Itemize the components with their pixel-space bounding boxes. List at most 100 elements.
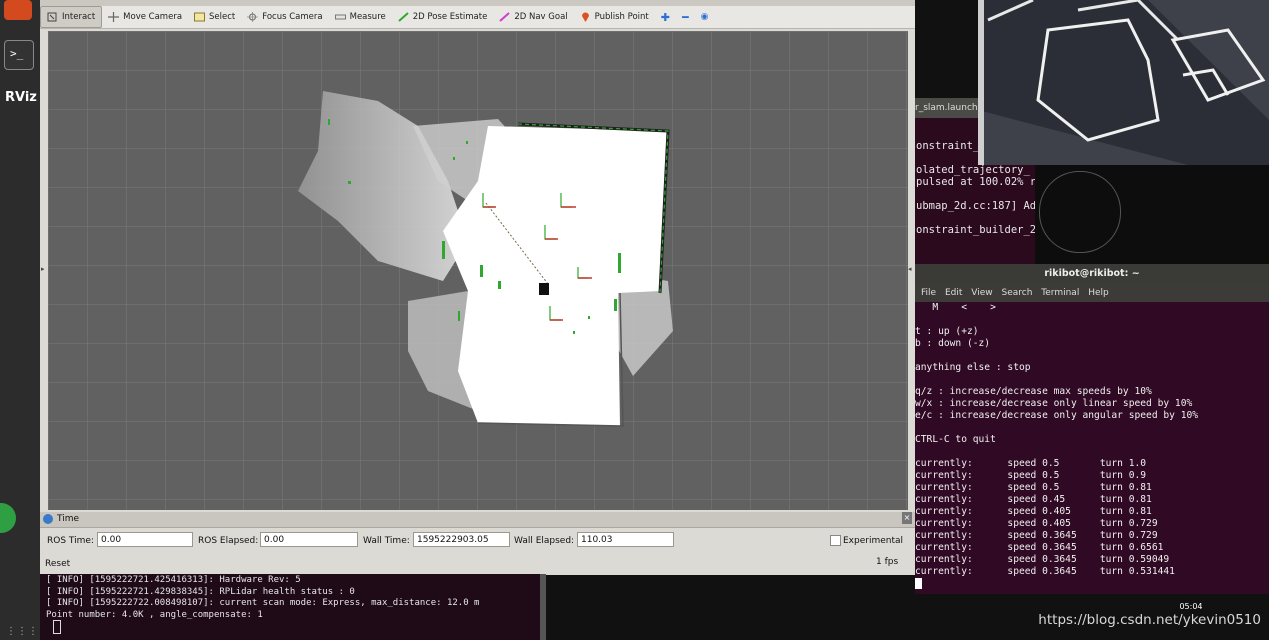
measure-icon bbox=[334, 12, 346, 22]
terminal-line: q/z : increase/decrease max speeds by 10… bbox=[915, 386, 1152, 397]
time-panel: Time × ROS Time: 0.00 ROS Elapsed: 0.00 … bbox=[40, 512, 915, 574]
terminal-output[interactable]: M < > t : up (+z) b : down (-z) anything… bbox=[915, 302, 1269, 594]
terminal-cursor bbox=[53, 620, 61, 634]
add-tool-icon: ✚ bbox=[660, 10, 670, 24]
ros-time-label: ROS Time: bbox=[47, 536, 94, 546]
left-panel-collapse-icon[interactable]: ▸ bbox=[41, 265, 45, 273]
terminal-line: anything else : stop bbox=[915, 362, 1031, 373]
launcher: >_ RViz ⋮⋮⋮ bbox=[0, 0, 40, 640]
menu-edit[interactable]: Edit bbox=[945, 288, 962, 298]
terminal-line: M < > bbox=[915, 302, 996, 313]
tool-label: Move Camera bbox=[123, 12, 183, 22]
close-icon[interactable]: × bbox=[902, 512, 912, 524]
menu-search[interactable]: Search bbox=[1001, 288, 1032, 298]
terminal-line: currently: speed 0.45 turn 0.81 bbox=[915, 494, 1152, 505]
wall-elapsed-field[interactable]: 110.03 bbox=[577, 532, 674, 547]
rviz-3d-viewport[interactable] bbox=[48, 31, 908, 510]
robot-marker bbox=[539, 283, 549, 295]
background-tab-title[interactable]: r_slam.launch bbox=[915, 98, 978, 118]
wall-time-field[interactable]: 1595222903.05 bbox=[413, 532, 510, 547]
terminal-line: e/c : increase/decrease only angular spe… bbox=[915, 410, 1199, 421]
teleop-terminal-window[interactable]: rikibot@rikibot: ~ File Edit View Search… bbox=[915, 264, 1269, 594]
app-launcher-icon[interactable] bbox=[0, 503, 16, 533]
right-panel-collapse-icon[interactable]: ◂ bbox=[908, 265, 912, 273]
fps-label: 1 fps bbox=[876, 557, 899, 567]
experimental-label: Experimental bbox=[843, 536, 904, 546]
reset-button[interactable]: Reset bbox=[45, 559, 70, 569]
time-panel-title: Time bbox=[57, 514, 80, 524]
remove-tool-icon: ━ bbox=[681, 10, 689, 24]
nav-goal-icon bbox=[499, 12, 510, 22]
terminal-line: pulsed at 100.02% r bbox=[916, 176, 1035, 188]
remove-tool-button[interactable]: ━ bbox=[676, 7, 695, 27]
terminal-line: currently: speed 0.5 turn 0.81 bbox=[915, 482, 1152, 493]
terminal-line: currently: speed 0.3645 turn 0.531441 bbox=[915, 566, 1175, 577]
terminal-line: olated_trajectory_ bbox=[916, 164, 1030, 176]
terminal-line: w/x : increase/decrease only linear spee… bbox=[915, 398, 1193, 409]
move-camera-icon bbox=[108, 12, 120, 22]
add-tool-button[interactable]: ✚ bbox=[655, 7, 676, 27]
focus-camera-icon bbox=[247, 12, 259, 22]
camera-feed bbox=[978, 0, 1269, 165]
rviz-launcher-label[interactable]: RViz bbox=[5, 90, 37, 105]
desktop-circle-widget bbox=[1039, 171, 1121, 253]
menu-terminal[interactable]: Terminal bbox=[1041, 288, 1079, 298]
terminal-launcher-icon[interactable]: >_ bbox=[4, 40, 34, 70]
log-line: [ INFO] [1595222721.425416313]: Hardware… bbox=[46, 575, 301, 585]
tool-label: Measure bbox=[349, 12, 386, 22]
terminal-line: ubmap_2d.cc:187] Ad bbox=[916, 200, 1035, 212]
tool-properties-button[interactable]: ◉ bbox=[695, 7, 715, 27]
terminal-line: b : down (-z) bbox=[915, 338, 991, 349]
publish-point-icon bbox=[580, 12, 591, 22]
tool-move-camera[interactable]: Move Camera bbox=[102, 7, 188, 27]
wall-elapsed-label: Wall Elapsed: bbox=[514, 536, 575, 546]
terminal-line: onstraint_builder_2 bbox=[916, 224, 1035, 236]
tool-select[interactable]: Select bbox=[188, 7, 241, 27]
tool-interact[interactable]: Interact bbox=[40, 6, 103, 28]
terminal-line: t : up (+z) bbox=[915, 326, 979, 337]
experimental-checkbox[interactable] bbox=[830, 535, 841, 546]
terminal-line: CTRL-C to quit bbox=[915, 434, 996, 445]
watermark: https://blog.csdn.net/ykevin0510 bbox=[1038, 612, 1261, 628]
show-apps-icon[interactable]: ⋮⋮⋮ bbox=[6, 626, 39, 637]
menu-view[interactable]: View bbox=[971, 288, 992, 298]
terminal-cursor bbox=[915, 578, 922, 589]
clock-icon bbox=[43, 514, 53, 524]
map-canvas bbox=[48, 31, 908, 510]
terminal-title: rikibot@rikibot: ~ bbox=[915, 264, 1269, 284]
interact-icon bbox=[47, 12, 58, 22]
rviz-window: Interact Move Camera Select Focus Camera… bbox=[40, 0, 915, 575]
tool-2d-nav-goal[interactable]: 2D Nav Goal bbox=[493, 7, 573, 27]
wall-time-label: Wall Time: bbox=[363, 536, 410, 546]
menu-file[interactable]: File bbox=[921, 288, 936, 298]
ros-time-field[interactable]: 0.00 bbox=[97, 532, 193, 547]
tool-label: Focus Camera bbox=[262, 12, 323, 22]
log-line: [ INFO] [1595222721.429838345]: RPLidar … bbox=[46, 586, 355, 597]
select-icon bbox=[194, 12, 206, 22]
tool-label: Interact bbox=[62, 12, 96, 22]
tool-focus-camera[interactable]: Focus Camera bbox=[241, 7, 328, 27]
tool-publish-point[interactable]: Publish Point bbox=[574, 7, 655, 27]
tool-label: 2D Nav Goal bbox=[514, 12, 568, 22]
eye-icon: ◉ bbox=[700, 12, 709, 22]
menu-help[interactable]: Help bbox=[1088, 288, 1109, 298]
terminal-line: currently: speed 0.5 turn 0.9 bbox=[915, 470, 1147, 481]
tool-label: Select bbox=[209, 12, 236, 22]
log-terminal[interactable]: [ INFO] [1595222721.425416313]: Hardware… bbox=[40, 574, 546, 640]
background-desktop bbox=[1035, 165, 1269, 264]
desktop-background bbox=[546, 575, 915, 640]
log-line: Point number: 4.0K , angle_compensate: 1 bbox=[46, 609, 263, 620]
terminal-line: currently: speed 0.5 turn 1.0 bbox=[915, 458, 1147, 469]
tool-label: Publish Point bbox=[594, 12, 649, 22]
tool-measure[interactable]: Measure bbox=[329, 7, 392, 27]
files-launcher-icon[interactable] bbox=[4, 0, 32, 20]
ros-elapsed-field[interactable]: 0.00 bbox=[260, 532, 358, 547]
tool-2d-pose-estimate[interactable]: 2D Pose Estimate bbox=[392, 7, 494, 27]
terminal-line: currently: speed 0.405 turn 0.729 bbox=[915, 518, 1158, 529]
